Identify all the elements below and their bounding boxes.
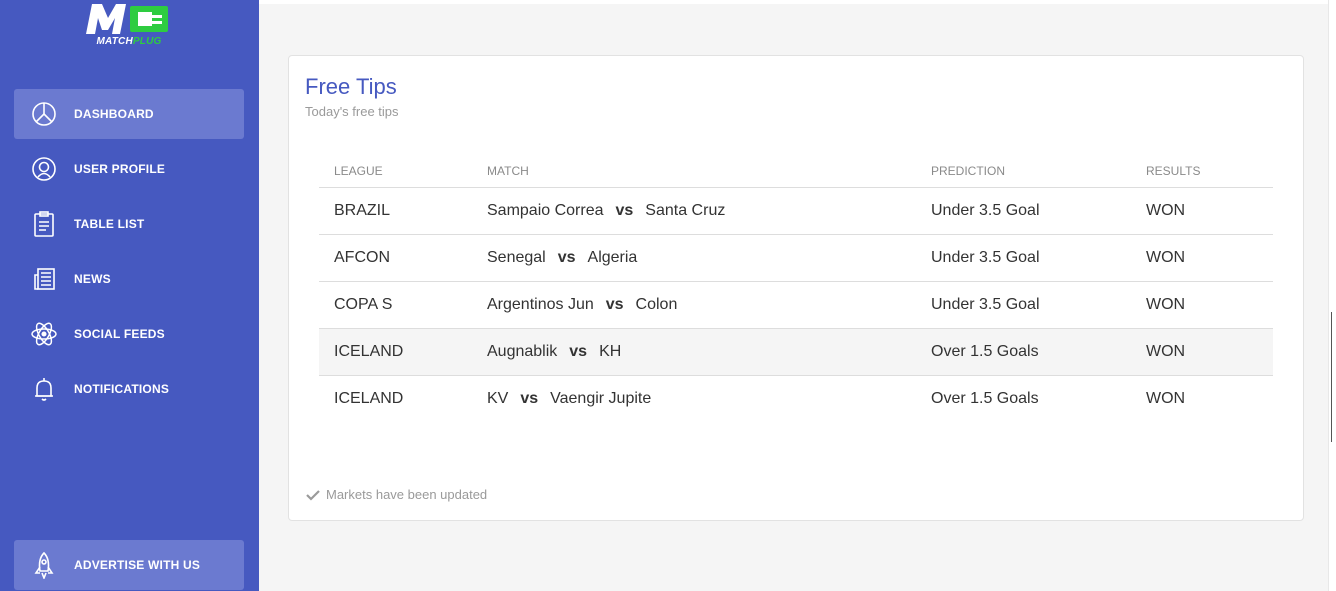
away-team: KH	[599, 342, 622, 360]
away-team: Santa Cruz	[645, 201, 726, 219]
sidebar-item-social-feeds[interactable]: SOCIAL FEEDS	[14, 309, 244, 359]
vs-label: vs	[569, 342, 588, 360]
sidebar-item-table-list[interactable]: TABLE LIST	[14, 199, 244, 249]
clipboard-icon	[29, 209, 59, 239]
prediction-cell: Under 3.5 Goal	[916, 281, 1131, 329]
sidebar-item-label: NEWS	[74, 272, 111, 286]
pie-chart-icon	[29, 99, 59, 129]
home-team: KV	[487, 389, 509, 407]
match-cell: Sampaio Correa vs Santa Cruz	[472, 187, 916, 235]
table-row: ICELAND Augnablik vs KH Over 1.5 Goals WON	[319, 328, 1273, 376]
vs-label: vs	[605, 295, 624, 313]
result-cell: WON	[1146, 389, 1186, 407]
vs-label: vs	[557, 248, 576, 266]
rocket-icon	[29, 550, 59, 580]
atom-icon	[29, 319, 59, 349]
vs-label: vs	[615, 201, 634, 219]
markets-updated-note: Markets have been updated	[306, 487, 487, 502]
home-team: Argentinos Jun	[487, 295, 594, 313]
column-header-prediction: PREDICTION	[916, 156, 1131, 188]
card-subtitle: Today's free tips	[305, 104, 399, 119]
sidebar-item-dashboard[interactable]: DASHBOARD	[14, 89, 244, 139]
sidebar-item-label: NOTIFICATIONS	[74, 382, 170, 396]
result-cell: WON	[1131, 187, 1273, 235]
table-row: AFCON Senegal vs Algeria Under 3.5 Goal WO…	[319, 234, 1273, 282]
sidebar-item-notifications[interactable]: NOTIFICATIONS	[14, 364, 244, 414]
logo-wordmark: MATCHPLUG	[96, 36, 162, 47]
home-team: Augnablik	[487, 342, 558, 360]
prediction-cell: Under 3.5 Goal	[916, 187, 1131, 235]
bell-icon	[29, 374, 59, 404]
column-header-results: RESULTS	[1131, 156, 1273, 188]
check-icon	[306, 489, 320, 501]
tips-table: LEAGUE MATCH PREDICTION RESULTS BRAZIL S…	[319, 156, 1273, 422]
sidebar: MATCHPLUG DASHBOARD USER PROFILE TABLE L…	[0, 0, 259, 591]
result-cell: WON	[1131, 234, 1273, 282]
prediction-cell: Over 1.5 Goals	[916, 328, 1131, 376]
vs-label: vs	[520, 389, 539, 407]
user-icon	[29, 154, 59, 184]
prediction-cell: Under 3.5 Goal	[916, 234, 1131, 282]
league-cell: COPA S	[319, 281, 472, 329]
sidebar-item-label: TABLE LIST	[74, 217, 145, 231]
match-cell: Argentinos Jun vs Colon	[472, 281, 916, 329]
matchplug-logo[interactable]: MATCHPLUG	[84, 2, 176, 52]
home-team: Senegal	[487, 248, 546, 266]
home-team: Sampaio Correa	[487, 201, 604, 219]
prediction-cell: Over 1.5 Goals	[931, 389, 1039, 407]
away-team: Vaengir Jupite	[550, 389, 652, 407]
scrollbar[interactable]	[1328, 0, 1336, 591]
league-cell: AFCON	[319, 234, 472, 282]
sidebar-item-label: USER PROFILE	[74, 162, 166, 176]
table-row: ICELAND KV vs Vaengir Jupite Over 1.5 Goal…	[319, 375, 1273, 422]
logo-mark-icon	[86, 4, 168, 34]
result-cell: WON	[1131, 281, 1273, 329]
table-row: BRAZIL Sampaio Correa vs Santa Cruz Under …	[319, 187, 1273, 235]
advertise-label: ADVERTISE WITH US	[74, 558, 201, 572]
match-cell: Senegal vs Algeria	[472, 234, 916, 282]
league-cell: ICELAND	[334, 389, 404, 407]
match-cell: KV vs Vaengir Jupite	[472, 375, 916, 422]
footer-note-text: Markets have been updated	[326, 487, 488, 502]
league-cell: BRAZIL	[319, 187, 472, 235]
advertise-button[interactable]: ADVERTISE WITH US	[14, 540, 244, 590]
result-cell: WON	[1131, 328, 1273, 376]
away-team: Colon	[635, 295, 678, 313]
match-cell: Augnablik vs KH	[472, 328, 916, 376]
card-title: Free Tips	[305, 74, 397, 99]
sidebar-item-label: DASHBOARD	[74, 107, 154, 121]
column-header-match: MATCH	[472, 156, 916, 188]
table-header-row: LEAGUE MATCH PREDICTION RESULTS	[319, 156, 1273, 188]
column-header-league: LEAGUE	[319, 156, 472, 188]
away-team: Algeria	[587, 248, 638, 266]
newspaper-icon	[29, 264, 59, 294]
table-row: COPA S Argentinos Jun vs Colon Under 3.5 G…	[319, 281, 1273, 329]
sidebar-item-label: SOCIAL FEEDS	[74, 327, 165, 341]
league-cell: ICELAND	[319, 328, 472, 376]
sidebar-item-user-profile[interactable]: USER PROFILE	[14, 144, 244, 194]
sidebar-item-news[interactable]: NEWS	[14, 254, 244, 304]
